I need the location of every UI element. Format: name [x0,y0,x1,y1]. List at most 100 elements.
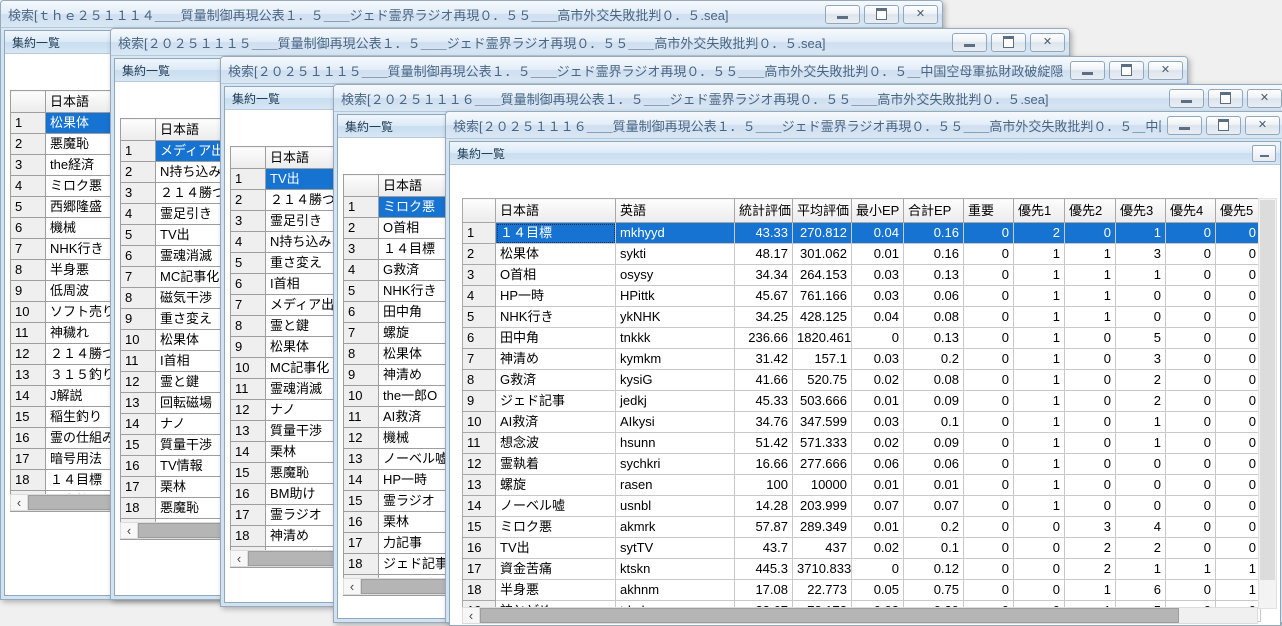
row-number[interactable]: 9 [462,390,496,412]
cell[interactable]: 0 [851,558,904,580]
table-row[interactable]: 5 NHK行き ykNHK 34.25 428.125 0.04 0.08 0 1 1 0 0 0 [462,306,1261,328]
row-number[interactable]: 3 [230,210,266,232]
row-number[interactable]: 17 [10,448,46,470]
cell[interactable]: 1 [1013,285,1065,307]
cell[interactable]: 0 [1064,474,1116,496]
row-number[interactable]: 12 [343,427,379,449]
cell[interactable]: 17.08 [734,579,793,601]
cell[interactable]: 1 [1115,558,1166,580]
table-row[interactable]: 14 ノーベル嘘 usnbl 14.28 203.999 0.07 0.07 0 1 0 0 0 0 [462,495,1261,517]
row-number[interactable]: 1 [343,196,379,218]
minimize-button[interactable] [1169,88,1204,108]
row-number[interactable]: 18 [462,579,496,601]
cell[interactable]: 0.2 [903,348,964,370]
cell[interactable]: 0 [1215,348,1261,370]
row-number[interactable]: 9 [120,308,156,330]
cell[interactable]: 0 [1013,558,1065,580]
row-number[interactable]: 12 [120,371,156,393]
cell[interactable]: 0 [1215,243,1261,265]
cell[interactable]: 想念波 [495,432,616,454]
cell[interactable]: 1 [1165,558,1216,580]
column-header[interactable]: 統計評価 [734,198,793,223]
cell[interactable]: 0 [963,516,1014,538]
cell[interactable]: 14.28 [734,495,793,517]
close-button[interactable]: ✕ [1247,88,1282,108]
row-number[interactable]: 9 [343,364,379,386]
cell[interactable]: 520.75 [792,369,852,391]
cell[interactable]: jedkj [615,390,735,412]
cell[interactable]: 0 [1064,390,1116,412]
cell[interactable]: 0 [1215,474,1261,496]
row-number[interactable]: 14 [343,469,379,491]
cell[interactable]: 0.04 [851,306,904,328]
restore-button[interactable] [1206,115,1241,135]
cell[interactable]: 31.42 [734,348,793,370]
grid-corner[interactable] [343,174,379,197]
row-number[interactable]: 11 [343,406,379,428]
cell[interactable]: 1 [1013,495,1065,517]
cell[interactable]: 0 [1215,369,1261,391]
restore-button[interactable] [1109,60,1144,80]
row-number[interactable]: 15 [10,406,46,428]
cell[interactable]: osysy [615,264,735,286]
row-number[interactable]: 4 [343,259,379,281]
cell[interactable]: 0 [1165,537,1216,559]
row-number[interactable]: 11 [120,350,156,372]
cell[interactable]: 0.07 [851,495,904,517]
cell[interactable]: 3 [1115,348,1166,370]
grid-corner[interactable] [120,118,156,141]
row-number[interactable]: 15 [120,434,156,456]
cell[interactable]: 半身悪 [495,579,616,601]
column-header[interactable]: 優先1 [1013,198,1065,223]
cell[interactable]: 236.66 [734,327,793,349]
row-number[interactable]: 11 [10,322,46,344]
row-number[interactable]: 1 [120,140,156,162]
row-number[interactable]: 16 [10,427,46,449]
row-number[interactable]: 16 [343,511,379,533]
cell[interactable]: akmrk [615,516,735,538]
cell[interactable]: 0 [1064,222,1116,244]
cell[interactable]: ktskn [615,558,735,580]
grid-corner[interactable] [10,90,46,113]
cell[interactable]: 1 [1115,264,1166,286]
column-header[interactable]: 平均評価 [792,198,852,223]
minimize-button[interactable] [825,4,860,24]
vertical-scrollbar[interactable] [1258,198,1277,609]
row-number[interactable]: 12 [10,343,46,365]
cell[interactable]: ジェド記事 [495,390,616,412]
row-number[interactable]: 13 [120,392,156,414]
title-bar[interactable]: 検索[２０２５１１１５＿＿質量制御再現公表１．５＿＿ジェド霊界ラジオ再現０．５５… [111,29,1069,56]
cell[interactable]: AI救済 [495,411,616,433]
scroll-left-button[interactable]: ‹ [231,551,248,566]
row-number[interactable]: 4 [10,175,46,197]
row-number[interactable]: 2 [343,217,379,239]
cell[interactable]: 0 [1215,327,1261,349]
cell[interactable]: 48.17 [734,243,793,265]
row-number[interactable]: 10 [120,329,156,351]
row-number[interactable]: 15 [230,462,266,484]
row-number[interactable]: 13 [343,448,379,470]
scroll-left-button[interactable]: ‹ [11,495,28,510]
column-header[interactable]: 優先4 [1165,198,1216,223]
cell[interactable]: 0 [1064,327,1116,349]
row-number[interactable]: 2 [462,243,496,265]
table-row[interactable]: 4 HP一時 HPittk 45.67 761.166 0.03 0.06 0 1 1 0 0 0 [462,285,1261,307]
cell[interactable]: 2 [1115,537,1166,559]
cell[interactable]: 34.25 [734,306,793,328]
row-number[interactable]: 1 [462,222,496,244]
row-number[interactable]: 7 [462,348,496,370]
cell[interactable]: O首相 [495,264,616,286]
cell[interactable]: 0.05 [851,579,904,601]
cell[interactable]: kysiG [615,369,735,391]
cell[interactable]: 1820.461 [792,327,852,349]
child-minimize-button[interactable] [1252,144,1276,162]
cell[interactable]: 1 [1215,558,1261,580]
cell[interactable]: sytTV [615,537,735,559]
row-number[interactable]: 18 [10,469,46,491]
cell[interactable]: 0 [1215,285,1261,307]
restore-button[interactable] [864,4,899,24]
table-row[interactable]: 11 想念波 hsunn 51.42 571.333 0.02 0.09 0 1 0 1 0 0 [462,432,1261,454]
cell[interactable]: 437 [792,537,852,559]
cell[interactable]: 41.66 [734,369,793,391]
row-number[interactable]: 15 [343,490,379,512]
